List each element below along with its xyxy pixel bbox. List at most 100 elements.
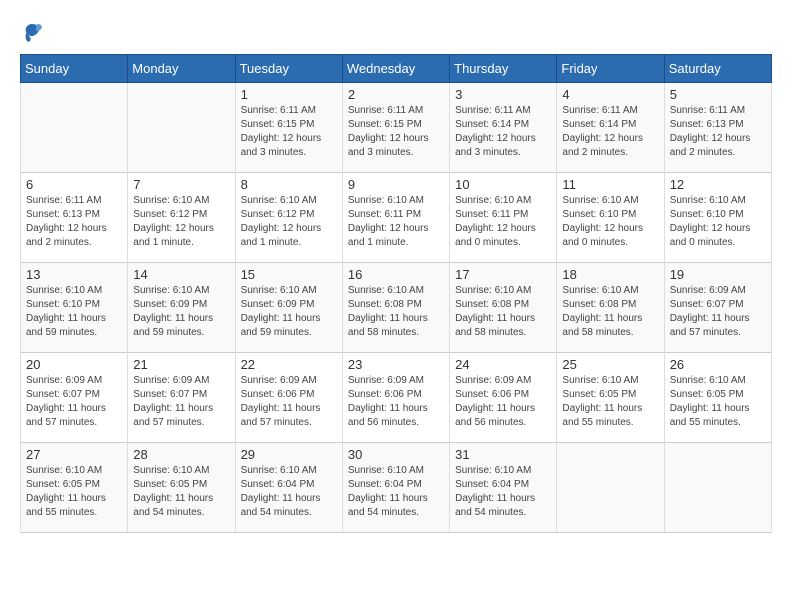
calendar-cell: [557, 443, 664, 533]
day-info: Sunrise: 6:10 AM Sunset: 6:05 PM Dayligh…: [26, 464, 122, 520]
calendar-week-row: 6 Sunrise: 6:11 AM Sunset: 6:13 PM Daylig…: [21, 173, 772, 263]
day-header-monday: Monday: [128, 55, 235, 83]
day-number: 8: [241, 177, 337, 192]
day-number: 20: [26, 357, 122, 372]
calendar-cell: 5 Sunrise: 6:11 AM Sunset: 6:13 PM Daylig…: [664, 83, 771, 173]
calendar-cell: 1 Sunrise: 6:11 AM Sunset: 6:15 PM Daylig…: [235, 83, 342, 173]
day-info: Sunrise: 6:09 AM Sunset: 6:06 PM Dayligh…: [455, 374, 551, 430]
logo-icon: [20, 20, 44, 44]
day-info: Sunrise: 6:09 AM Sunset: 6:07 PM Dayligh…: [133, 374, 229, 430]
day-info: Sunrise: 6:10 AM Sunset: 6:12 PM Dayligh…: [241, 194, 337, 250]
calendar-cell: 21Sunrise: 6:09 AM Sunset: 6:07 PM Dayli…: [128, 353, 235, 443]
day-info: Sunrise: 6:09 AM Sunset: 6:06 PM Dayligh…: [241, 374, 337, 430]
calendar-cell: 25 Sunrise: 6:10 AM Sunset: 6:05 PM Dayli…: [557, 353, 664, 443]
calendar-cell: 23 Sunrise: 6:09 AM Sunset: 6:06 PM Dayli…: [342, 353, 449, 443]
day-number: 12: [670, 177, 766, 192]
day-number: 27: [26, 447, 122, 462]
day-number: 29: [241, 447, 337, 462]
calendar-cell: 28 Sunrise: 6:10 AM Sunset: 6:05 PM Dayli…: [128, 443, 235, 533]
day-number: 6: [26, 177, 122, 192]
day-number: 22: [241, 357, 337, 372]
calendar-cell: 22 Sunrise: 6:09 AM Sunset: 6:06 PM Dayli…: [235, 353, 342, 443]
calendar-cell: 26 Sunrise: 6:10 AM Sunset: 6:05 PM Dayli…: [664, 353, 771, 443]
calendar-week-row: 1 Sunrise: 6:11 AM Sunset: 6:15 PM Daylig…: [21, 83, 772, 173]
calendar-cell: [128, 83, 235, 173]
day-info: Sunrise: 6:11 AM Sunset: 6:15 PM Dayligh…: [241, 104, 337, 160]
day-info: Sunrise: 6:09 AM Sunset: 6:07 PM Dayligh…: [26, 374, 122, 430]
calendar-cell: 8 Sunrise: 6:10 AM Sunset: 6:12 PM Daylig…: [235, 173, 342, 263]
day-number: 25: [562, 357, 658, 372]
calendar-cell: 15 Sunrise: 6:10 AM Sunset: 6:09 PM Dayli…: [235, 263, 342, 353]
calendar-table: SundayMondayTuesdayWednesdayThursdayFrid…: [20, 54, 772, 533]
logo: [20, 20, 48, 44]
calendar-cell: 9 Sunrise: 6:10 AM Sunset: 6:11 PM Daylig…: [342, 173, 449, 263]
calendar-cell: 18 Sunrise: 6:10 AM Sunset: 6:08 PM Dayli…: [557, 263, 664, 353]
day-number: 4: [562, 87, 658, 102]
day-info: Sunrise: 6:11 AM Sunset: 6:13 PM Dayligh…: [26, 194, 122, 250]
day-number: 1: [241, 87, 337, 102]
day-number: 23: [348, 357, 444, 372]
day-number: 24: [455, 357, 551, 372]
day-number: 3: [455, 87, 551, 102]
day-info: Sunrise: 6:10 AM Sunset: 6:10 PM Dayligh…: [562, 194, 658, 250]
day-info: Sunrise: 6:10 AM Sunset: 6:10 PM Dayligh…: [26, 284, 122, 340]
calendar-cell: 17 Sunrise: 6:10 AM Sunset: 6:08 PM Dayli…: [450, 263, 557, 353]
day-number: 18: [562, 267, 658, 282]
day-info: Sunrise: 6:09 AM Sunset: 6:07 PM Dayligh…: [670, 284, 766, 340]
calendar-cell: 30 Sunrise: 6:10 AM Sunset: 6:04 PM Dayli…: [342, 443, 449, 533]
day-info: Sunrise: 6:10 AM Sunset: 6:12 PM Dayligh…: [133, 194, 229, 250]
calendar-header-row: SundayMondayTuesdayWednesdayThursdayFrid…: [21, 55, 772, 83]
calendar-cell: 10Sunrise: 6:10 AM Sunset: 6:11 PM Dayli…: [450, 173, 557, 263]
day-info: Sunrise: 6:11 AM Sunset: 6:13 PM Dayligh…: [670, 104, 766, 160]
page-header: [20, 20, 772, 44]
day-number: 17: [455, 267, 551, 282]
calendar-cell: 2 Sunrise: 6:11 AM Sunset: 6:15 PM Daylig…: [342, 83, 449, 173]
day-number: 9: [348, 177, 444, 192]
day-number: 16: [348, 267, 444, 282]
day-info: Sunrise: 6:10 AM Sunset: 6:09 PM Dayligh…: [241, 284, 337, 340]
calendar-cell: 24 Sunrise: 6:09 AM Sunset: 6:06 PM Dayli…: [450, 353, 557, 443]
day-info: Sunrise: 6:10 AM Sunset: 6:04 PM Dayligh…: [455, 464, 551, 520]
calendar-cell: 29Sunrise: 6:10 AM Sunset: 6:04 PM Dayli…: [235, 443, 342, 533]
calendar-cell: 19 Sunrise: 6:09 AM Sunset: 6:07 PM Dayli…: [664, 263, 771, 353]
day-header-tuesday: Tuesday: [235, 55, 342, 83]
calendar-cell: 14 Sunrise: 6:10 AM Sunset: 6:09 PM Dayli…: [128, 263, 235, 353]
day-info: Sunrise: 6:10 AM Sunset: 6:08 PM Dayligh…: [348, 284, 444, 340]
calendar-cell: 20 Sunrise: 6:09 AM Sunset: 6:07 PM Dayli…: [21, 353, 128, 443]
calendar-week-row: 20 Sunrise: 6:09 AM Sunset: 6:07 PM Dayli…: [21, 353, 772, 443]
day-info: Sunrise: 6:10 AM Sunset: 6:05 PM Dayligh…: [133, 464, 229, 520]
calendar-cell: 16 Sunrise: 6:10 AM Sunset: 6:08 PM Dayli…: [342, 263, 449, 353]
day-info: Sunrise: 6:10 AM Sunset: 6:05 PM Dayligh…: [562, 374, 658, 430]
day-number: 19: [670, 267, 766, 282]
day-number: 5: [670, 87, 766, 102]
day-number: 28: [133, 447, 229, 462]
day-info: Sunrise: 6:10 AM Sunset: 6:11 PM Dayligh…: [348, 194, 444, 250]
day-info: Sunrise: 6:10 AM Sunset: 6:05 PM Dayligh…: [670, 374, 766, 430]
calendar-cell: 7 Sunrise: 6:10 AM Sunset: 6:12 PM Daylig…: [128, 173, 235, 263]
day-number: 31: [455, 447, 551, 462]
calendar-cell: 3Sunrise: 6:11 AM Sunset: 6:14 PM Daylig…: [450, 83, 557, 173]
day-header-saturday: Saturday: [664, 55, 771, 83]
day-info: Sunrise: 6:11 AM Sunset: 6:15 PM Dayligh…: [348, 104, 444, 160]
day-header-sunday: Sunday: [21, 55, 128, 83]
day-info: Sunrise: 6:09 AM Sunset: 6:06 PM Dayligh…: [348, 374, 444, 430]
day-info: Sunrise: 6:10 AM Sunset: 6:08 PM Dayligh…: [562, 284, 658, 340]
calendar-cell: 11 Sunrise: 6:10 AM Sunset: 6:10 PM Dayli…: [557, 173, 664, 263]
day-header-thursday: Thursday: [450, 55, 557, 83]
day-number: 2: [348, 87, 444, 102]
calendar-cell: [664, 443, 771, 533]
calendar-week-row: 13Sunrise: 6:10 AM Sunset: 6:10 PM Dayli…: [21, 263, 772, 353]
day-number: 11: [562, 177, 658, 192]
day-number: 30: [348, 447, 444, 462]
day-number: 26: [670, 357, 766, 372]
day-number: 7: [133, 177, 229, 192]
day-info: Sunrise: 6:10 AM Sunset: 6:08 PM Dayligh…: [455, 284, 551, 340]
day-number: 15: [241, 267, 337, 282]
day-info: Sunrise: 6:11 AM Sunset: 6:14 PM Dayligh…: [562, 104, 658, 160]
day-info: Sunrise: 6:10 AM Sunset: 6:09 PM Dayligh…: [133, 284, 229, 340]
calendar-cell: 4 Sunrise: 6:11 AM Sunset: 6:14 PM Daylig…: [557, 83, 664, 173]
day-number: 14: [133, 267, 229, 282]
calendar-cell: 13Sunrise: 6:10 AM Sunset: 6:10 PM Dayli…: [21, 263, 128, 353]
day-info: Sunrise: 6:10 AM Sunset: 6:04 PM Dayligh…: [348, 464, 444, 520]
day-header-wednesday: Wednesday: [342, 55, 449, 83]
